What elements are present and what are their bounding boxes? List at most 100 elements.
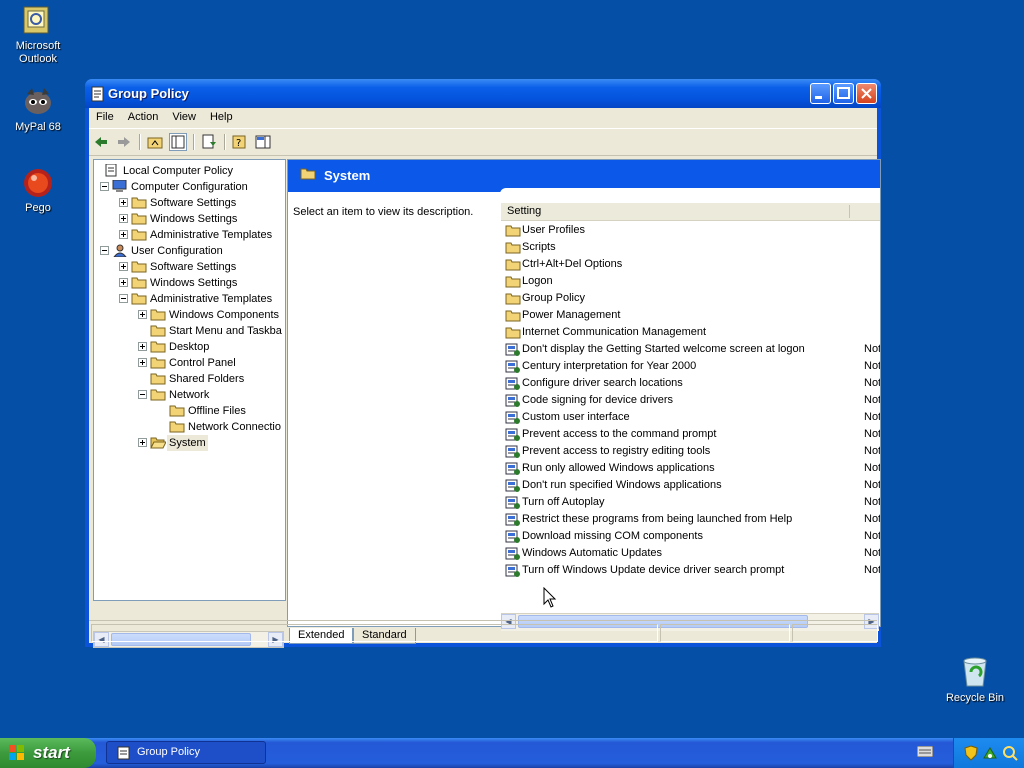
- back-button[interactable]: [92, 133, 110, 151]
- tree-item[interactable]: Software Settings: [94, 259, 285, 275]
- list-setting-item[interactable]: Century interpretation for Year 2000 Not: [505, 358, 880, 375]
- folder-up-icon: [147, 137, 163, 149]
- list-setting-item[interactable]: Turn off Windows Update device driver se…: [505, 562, 880, 579]
- list-setting-item[interactable]: Configure driver search locations Not: [505, 375, 880, 392]
- pego-icon: [22, 167, 54, 199]
- title-bar[interactable]: Group Policy: [85, 79, 881, 108]
- console-tree[interactable]: Local Computer Policy Computer Configurat…: [93, 159, 286, 601]
- expand-icon[interactable]: [138, 342, 147, 351]
- column-divider[interactable]: [849, 205, 850, 218]
- expand-icon[interactable]: [119, 278, 128, 287]
- list-item-label: Turn off Windows Update device driver se…: [522, 564, 785, 576]
- list-folder-item[interactable]: Logon: [505, 273, 880, 290]
- network-icon[interactable]: [982, 745, 998, 761]
- tree-item[interactable]: Start Menu and Taskba: [94, 323, 285, 339]
- start-button[interactable]: start: [0, 738, 96, 768]
- export-list-button[interactable]: [200, 133, 218, 151]
- expand-icon[interactable]: [138, 310, 147, 319]
- close-button[interactable]: [856, 83, 877, 104]
- list-setting-item[interactable]: Download missing COM components Not: [505, 528, 880, 545]
- folder-icon: [300, 167, 316, 180]
- tree-item-label: Software Settings: [150, 197, 237, 209]
- tree-item[interactable]: Control Panel: [94, 355, 285, 371]
- desktop-icon-recycle-bin[interactable]: Recycle Bin: [940, 656, 1010, 704]
- volume-icon[interactable]: [1002, 745, 1018, 761]
- tree-item[interactable]: Shared Folders: [94, 371, 285, 387]
- menu-action[interactable]: Action: [121, 108, 166, 128]
- collapse-icon[interactable]: [100, 246, 109, 255]
- expand-icon[interactable]: [138, 438, 147, 447]
- tree-item[interactable]: Local Computer Policy: [94, 163, 285, 179]
- list-item-state: Not: [864, 513, 881, 525]
- tree-item-label: User Configuration: [131, 245, 223, 257]
- list-setting-item[interactable]: Don't display the Getting Started welcom…: [505, 341, 880, 358]
- expand-icon[interactable]: [119, 198, 128, 207]
- menu-help[interactable]: Help: [203, 108, 240, 128]
- keyboard-icon[interactable]: [916, 745, 934, 758]
- taskbar-item-group-policy[interactable]: Group Policy: [106, 741, 266, 764]
- list-setting-item[interactable]: Run only allowed Windows applications Not: [505, 460, 880, 477]
- tree-item[interactable]: Offline Files: [94, 403, 285, 419]
- list-setting-item[interactable]: Prevent access to the command prompt Not: [505, 426, 880, 443]
- list-setting-item[interactable]: Windows Automatic Updates Not: [505, 545, 880, 562]
- list-folder-item[interactable]: Ctrl+Alt+Del Options: [505, 256, 880, 273]
- tree-item[interactable]: Network: [94, 387, 285, 403]
- description-text: Select an item to view its description.: [293, 206, 474, 218]
- tree-item-label: Network: [169, 389, 210, 401]
- window-title: Group Policy: [108, 86, 189, 101]
- tree-item-label: Local Computer Policy: [123, 165, 234, 177]
- list-item-state: Not: [864, 445, 881, 457]
- show-hide-tree-button[interactable]: [169, 133, 187, 151]
- folder-icon: [131, 292, 147, 305]
- maximize-button[interactable]: [833, 83, 854, 104]
- menu-file[interactable]: File: [89, 108, 121, 128]
- minimize-button[interactable]: [810, 83, 831, 104]
- list-folder-item[interactable]: Power Management: [505, 307, 880, 324]
- list-folder-item[interactable]: User Profiles: [505, 222, 880, 239]
- list-setting-item[interactable]: Don't run specified Windows applications…: [505, 477, 880, 494]
- policy-setting-icon: [505, 428, 521, 441]
- desktop-icon-outlook[interactable]: Microsoft Outlook: [2, 5, 74, 66]
- menu-view[interactable]: View: [165, 108, 203, 128]
- tree-item[interactable]: Windows Settings: [94, 211, 285, 227]
- list-setting-item[interactable]: Custom user interface Not: [505, 409, 880, 426]
- desktop-icon-mypal[interactable]: MyPal 68: [2, 86, 74, 134]
- up-one-level-button[interactable]: [146, 133, 164, 151]
- help-button[interactable]: ?: [231, 133, 249, 151]
- list-item-label: Code signing for device drivers: [522, 394, 674, 406]
- list-folder-item[interactable]: Internet Communication Management: [505, 324, 880, 341]
- expand-icon[interactable]: [119, 214, 128, 223]
- mypal-icon: [22, 86, 54, 118]
- desktop-icon-pego[interactable]: Pego: [2, 167, 74, 215]
- tree-item[interactable]: Software Settings: [94, 195, 285, 211]
- minimize-icon: [815, 96, 822, 99]
- expand-icon[interactable]: [119, 262, 128, 271]
- list-setting-item[interactable]: Code signing for device drivers Not: [505, 392, 880, 409]
- expand-icon[interactable]: [138, 358, 147, 367]
- tree-item[interactable]: Administrative Templates: [94, 227, 285, 243]
- tree-item[interactable]: Windows Components: [94, 307, 285, 323]
- security-shield-icon[interactable]: [964, 745, 978, 761]
- tree-item[interactable]: Network Connectio: [94, 419, 285, 435]
- collapse-icon[interactable]: [119, 294, 128, 303]
- list-setting-item[interactable]: Restrict these programs from being launc…: [505, 511, 880, 528]
- column-setting[interactable]: Setting: [507, 205, 541, 217]
- tree-item[interactable]: Desktop: [94, 339, 285, 355]
- tree-item[interactable]: User Configuration: [94, 243, 285, 259]
- tree-item[interactable]: Administrative Templates: [94, 291, 285, 307]
- list-setting-item[interactable]: Turn off Autoplay Not: [505, 494, 880, 511]
- tree-item[interactable]: Windows Settings: [94, 275, 285, 291]
- collapse-icon[interactable]: [100, 182, 109, 191]
- list-item-label: Scripts: [522, 241, 556, 253]
- tree-item-label: Windows Settings: [150, 277, 238, 289]
- collapse-icon[interactable]: [138, 390, 147, 399]
- expand-icon[interactable]: [119, 230, 128, 239]
- list-item-label: Turn off Autoplay: [522, 496, 605, 508]
- forward-button[interactable]: [115, 133, 133, 151]
- tree-item[interactable]: System: [94, 435, 285, 451]
- list-setting-item[interactable]: Prevent access to registry editing tools…: [505, 443, 880, 460]
- tree-item[interactable]: Computer Configuration: [94, 179, 285, 195]
- list-folder-item[interactable]: Scripts: [505, 239, 880, 256]
- list-folder-item[interactable]: Group Policy: [505, 290, 880, 307]
- show-hide-action-pane-button[interactable]: [254, 133, 272, 151]
